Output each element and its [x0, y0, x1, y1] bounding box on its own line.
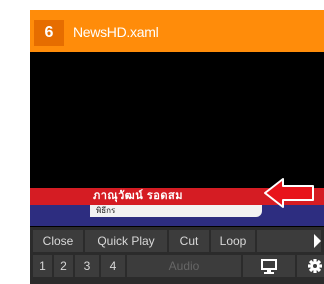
lower-third-name-text: ภาณุวัฒน์ รอดสม: [93, 190, 183, 202]
lower-third-role-text: พิธีกร: [96, 206, 116, 215]
play-button[interactable]: [257, 230, 321, 252]
settings-button[interactable]: [297, 255, 324, 277]
layer-3-button[interactable]: 3: [75, 255, 99, 277]
lower-third-role-bar: [90, 205, 262, 217]
audio-button[interactable]: Audio: [127, 255, 241, 277]
layer-1-button[interactable]: 1: [33, 255, 52, 277]
template-title: NewsHD.xaml: [73, 24, 159, 40]
loop-button[interactable]: Loop: [211, 230, 255, 252]
gear-icon: [308, 259, 322, 273]
cut-button[interactable]: Cut: [169, 230, 209, 252]
control-bar: Close Quick Play Cut Loop 1 2 3 4 Audio: [30, 227, 324, 284]
red-arrow-icon: [264, 178, 314, 208]
panel-header: 6 NewsHD.xaml: [30, 10, 324, 52]
play-icon: [314, 234, 321, 248]
layer-4-button[interactable]: 4: [101, 255, 125, 277]
channel-number-badge: 6: [34, 20, 64, 46]
monitor-icon: [261, 259, 277, 274]
layer-2-button[interactable]: 2: [54, 255, 73, 277]
channel-panel: 6 NewsHD.xaml ภาณุวัฒน์ รอดสม พิธีกร Clo…: [30, 10, 324, 284]
close-button[interactable]: Close: [33, 230, 83, 252]
monitor-button[interactable]: [243, 255, 295, 277]
quick-play-button[interactable]: Quick Play: [85, 230, 167, 252]
preview-monitor: ภาณุวัฒน์ รอดสม พิธีกร: [30, 52, 324, 227]
